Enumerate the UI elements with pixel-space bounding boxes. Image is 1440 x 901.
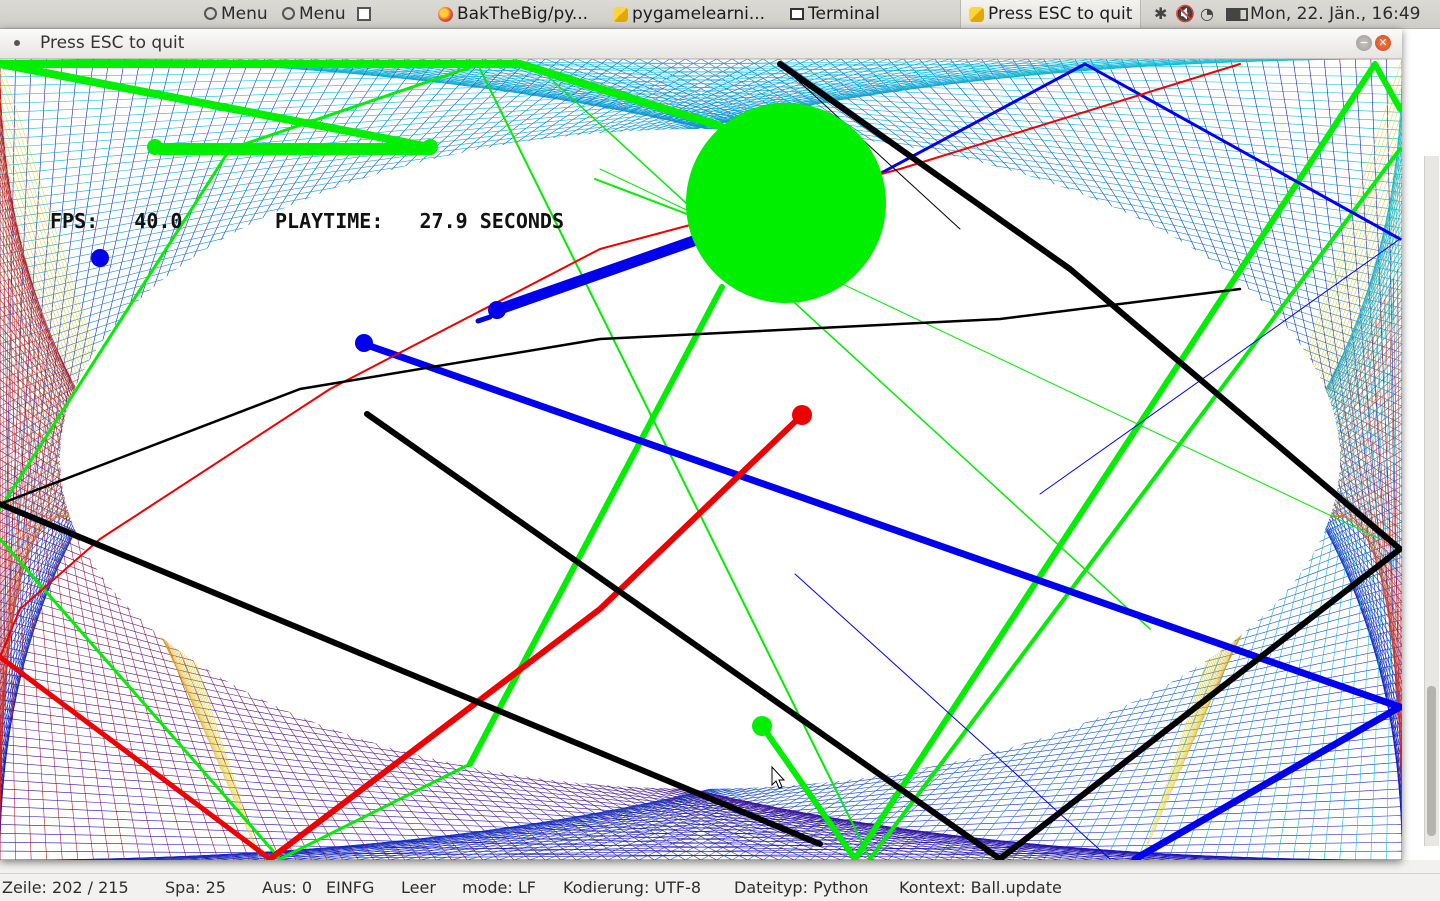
taskbar-browser[interactable]: BakTheBig/py... — [432, 0, 594, 28]
blue-ball — [91, 249, 109, 267]
fps-readout: FPS: 40.0 — [50, 209, 182, 233]
green-ball — [147, 139, 163, 155]
status-column: Spa: 25 — [165, 878, 226, 897]
game-drawing — [0, 59, 1402, 860]
game-window: Press ESC to quit − ✕ FPS: 40.0 PLAYTIME… — [0, 29, 1402, 860]
bluetooth-icon[interactable]: ✱ — [1154, 0, 1167, 28]
minimize-button[interactable]: − — [1356, 35, 1372, 51]
taskbar-game[interactable]: Press ESC to quit — [960, 0, 1142, 28]
red-ball — [792, 405, 812, 425]
status-filetype: Dateityp: Python — [734, 878, 869, 897]
wifi-icon[interactable]: ◔ — [1200, 0, 1214, 28]
window-menu-icon[interactable] — [14, 40, 20, 46]
playtime-value: 27.9 SECONDS — [419, 209, 565, 233]
clock[interactable]: Mon, 22. Jän., 16:49 — [1250, 0, 1421, 28]
editor-scrollbar[interactable] — [1424, 156, 1439, 846]
playtime-label: PLAYTIME: — [275, 209, 384, 233]
menu-button-2[interactable]: Menu — [282, 0, 375, 28]
big-green-ball — [686, 103, 886, 303]
top-panel: Menu Menu BakTheBig/py... pygamelearni..… — [0, 0, 1440, 29]
taskbar-terminal[interactable]: Terminal — [784, 0, 886, 28]
menu-icon — [204, 6, 217, 20]
status-insert-mode: EINFG — [326, 878, 375, 897]
taskbar-game-label: Press ESC to quit — [988, 4, 1133, 24]
taskbar-terminal-label: Terminal — [808, 4, 880, 24]
window-title: Press ESC to quit — [40, 33, 185, 53]
fps-value: 40.0 — [134, 209, 183, 233]
taskbar-pygame-label: pygamelearni... — [632, 4, 766, 24]
menu-button-1[interactable]: Menu — [204, 0, 268, 28]
green-ball — [752, 716, 772, 736]
scrollbar-thumb[interactable] — [1427, 686, 1436, 836]
window-titlebar[interactable]: Press ESC to quit − ✕ — [0, 29, 1402, 59]
close-button[interactable]: ✕ — [1375, 35, 1391, 51]
network-folder-icon — [357, 7, 372, 21]
status-selection: Aus: 0 — [262, 878, 313, 897]
terminal-icon — [790, 8, 804, 20]
taskbar-pygame[interactable]: pygamelearni... — [607, 0, 771, 28]
python-icon — [613, 6, 628, 22]
game-canvas[interactable]: FPS: 40.0 PLAYTIME: 27.9 SECONDS — [0, 59, 1402, 860]
playtime-readout: PLAYTIME: 27.9 SECONDS — [275, 209, 564, 233]
volume-muted-icon[interactable]: 🔇 — [1175, 0, 1195, 28]
menu-icon — [282, 6, 295, 20]
blue-ball — [355, 334, 373, 352]
status-context: Kontext: Ball.update — [899, 878, 1062, 897]
status-encoding: Kodierung: UTF-8 — [563, 878, 702, 897]
battery-icon[interactable] — [1226, 0, 1248, 28]
python-icon — [969, 6, 984, 22]
taskbar-browser-label: BakTheBig/py... — [457, 4, 589, 24]
green-ball — [422, 139, 438, 155]
status-indent: Leer — [401, 878, 436, 897]
menu-label-2: Menu — [299, 4, 346, 24]
editor-statusbar: Zeile: 202 / 215 Spa: 25 Aus: 0 EINFG Le… — [0, 873, 1440, 901]
status-line-ending: mode: LF — [462, 878, 536, 897]
menu-label-1: Menu — [221, 4, 268, 24]
fps-label: FPS: — [50, 209, 99, 233]
blue-ball — [488, 301, 506, 319]
status-line: Zeile: 202 / 215 — [2, 878, 129, 897]
firefox-icon — [438, 6, 453, 22]
